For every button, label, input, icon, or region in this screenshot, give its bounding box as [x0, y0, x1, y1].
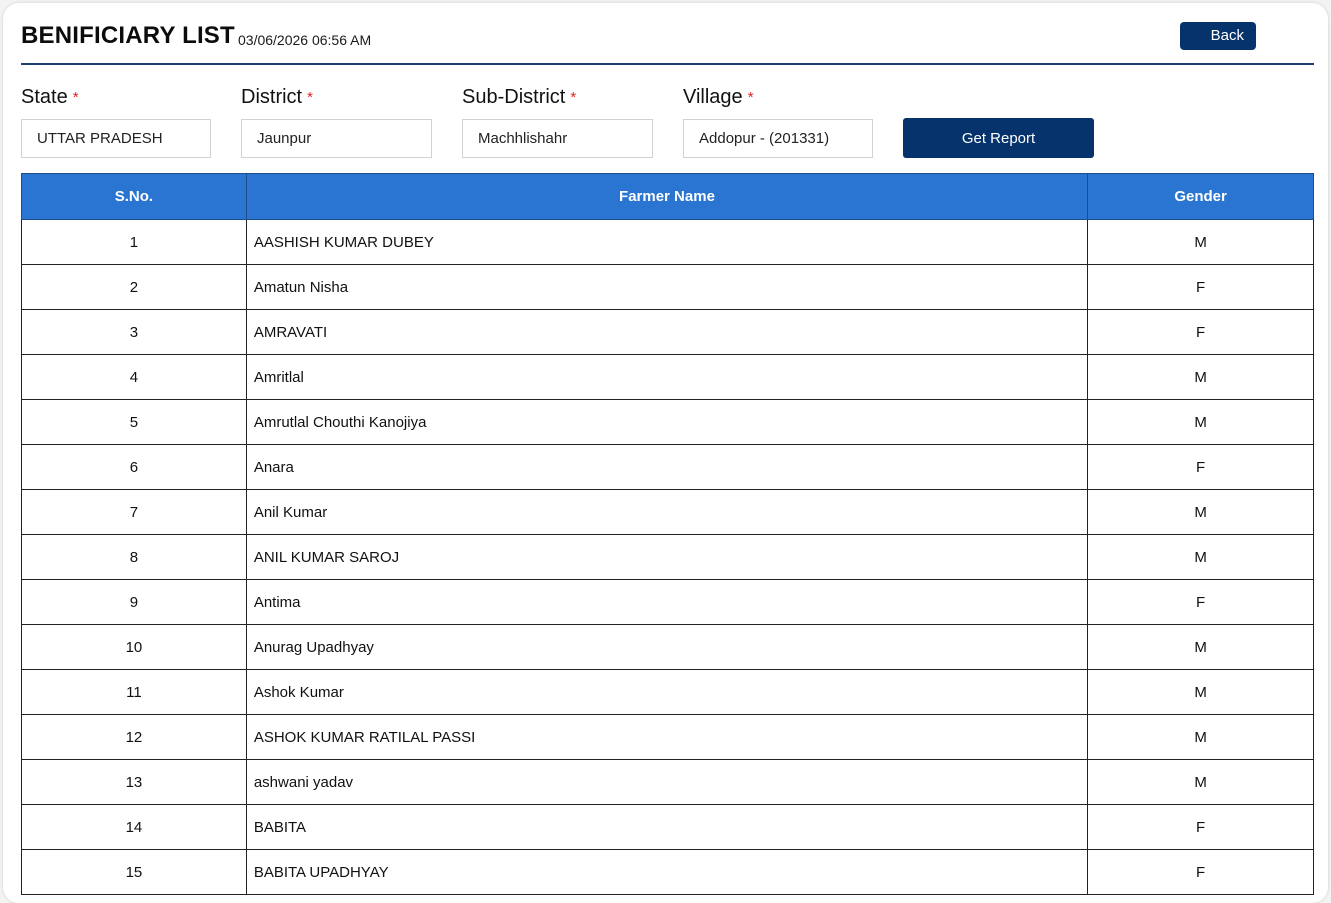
state-field: State * UTTAR PRADESH [21, 84, 211, 158]
cell-farmer-name: BABITA UPADHYAY [245, 849, 1089, 895]
table-row: 14 BABITA F [21, 804, 1314, 850]
cell-sno: 14 [21, 804, 247, 850]
cell-sno: 5 [21, 399, 247, 445]
table-row: 10 Anurag Upadhyay M [21, 624, 1314, 670]
cell-gender: F [1087, 309, 1314, 355]
cell-farmer-name: Anurag Upadhyay [245, 624, 1089, 670]
required-marker: * [307, 89, 313, 106]
table-header-row: S.No. Farmer Name Gender [21, 173, 1314, 220]
cell-gender: M [1087, 759, 1314, 805]
cell-gender: M [1087, 489, 1314, 535]
cell-gender: M [1087, 669, 1314, 715]
cell-sno: 12 [21, 714, 247, 760]
cell-gender: M [1087, 354, 1314, 400]
cell-gender: F [1087, 444, 1314, 490]
table-row: 12 ASHOK KUMAR RATILAL PASSI M [21, 714, 1314, 760]
table-row: 2 Amatun Nisha F [21, 264, 1314, 310]
cell-sno: 1 [21, 219, 247, 265]
column-header-farmer-name: Farmer Name [245, 173, 1089, 220]
state-select[interactable]: UTTAR PRADESH [21, 119, 211, 158]
cell-gender: M [1087, 714, 1314, 760]
cell-sno: 6 [21, 444, 247, 490]
state-label: State [21, 86, 68, 108]
cell-sno: 3 [21, 309, 247, 355]
table-row: 4 Amritlal M [21, 354, 1314, 400]
required-marker: * [72, 89, 79, 106]
village-field: Village * Addopur - (201331) [683, 84, 873, 158]
cell-sno: 4 [21, 354, 247, 400]
cell-sno: 7 [21, 489, 247, 535]
cell-farmer-name: BABITA [245, 804, 1089, 850]
table-row: 6 Anara F [21, 444, 1314, 490]
cell-farmer-name: AMRAVATI [245, 309, 1089, 355]
column-header-sno: S.No. [21, 173, 247, 220]
cell-farmer-name: Anara [245, 444, 1089, 490]
cell-gender: F [1087, 579, 1314, 625]
table-row: 8 ANIL KUMAR SAROJ M [21, 534, 1314, 580]
cell-gender: M [1087, 534, 1314, 580]
back-button[interactable]: Back [1180, 22, 1256, 50]
cell-gender: F [1087, 264, 1314, 310]
cell-farmer-name: Amrutlal Chouthi Kanojiya [245, 399, 1089, 445]
sub-district-label: Sub-District [462, 86, 566, 108]
page-title: BENIFICIARY LIST [21, 22, 235, 49]
cell-farmer-name: Amatun Nisha [245, 264, 1089, 310]
report-card: BENIFICIARY LIST 03/06/2026 06:56 AM Bac… [3, 3, 1328, 903]
cell-gender: F [1087, 804, 1314, 850]
cell-sno: 15 [21, 849, 247, 895]
table-row: 9 Antima F [21, 579, 1314, 625]
cell-sno: 2 [21, 264, 247, 310]
required-marker: * [747, 89, 754, 106]
table-row: 11 Ashok Kumar M [21, 669, 1314, 715]
cell-gender: M [1087, 219, 1314, 265]
cell-sno: 13 [21, 759, 247, 805]
table-row: 13 ashwani yadav M [21, 759, 1314, 805]
cell-sno: 8 [21, 534, 247, 580]
sub-district-select[interactable]: Machhlishahr [462, 119, 653, 158]
cell-farmer-name: Antima [245, 579, 1089, 625]
district-select[interactable]: Jaunpur [241, 119, 432, 158]
table-row: 15 BABITA UPADHYAY F [21, 849, 1314, 895]
village-select[interactable]: Addopur - (201331) [683, 119, 873, 158]
table-row: 5 Amrutlal Chouthi Kanojiya M [21, 399, 1314, 445]
cell-sno: 9 [21, 579, 247, 625]
cell-farmer-name: Ashok Kumar [245, 669, 1089, 715]
cell-farmer-name: Amritlal [245, 354, 1089, 400]
table-row: 7 Anil Kumar M [21, 489, 1314, 535]
report-timestamp: 03/06/2026 06:56 AM [238, 32, 372, 48]
cell-sno: 10 [21, 624, 247, 670]
cell-gender: F [1087, 849, 1314, 895]
table-row: 3 AMRAVATI F [21, 309, 1314, 355]
page-header: BENIFICIARY LIST 03/06/2026 06:56 AM Bac… [21, 21, 1314, 65]
required-marker: * [570, 89, 577, 106]
get-report-button[interactable]: Get Report [903, 118, 1094, 158]
column-header-gender: Gender [1087, 173, 1314, 220]
beneficiary-table: S.No. Farmer Name Gender 1 AASHISH KUMAR … [21, 173, 1314, 895]
cell-gender: M [1087, 399, 1314, 445]
cell-farmer-name: AASHISH KUMAR DUBEY [245, 219, 1089, 265]
cell-farmer-name: ASHOK KUMAR RATILAL PASSI [245, 714, 1089, 760]
village-label: Village [683, 86, 743, 108]
district-field: District * Jaunpur [241, 84, 432, 158]
cell-farmer-name: ashwani yadav [245, 759, 1089, 805]
cell-gender: M [1087, 624, 1314, 670]
sub-district-field: Sub-District * Machhlishahr [462, 84, 653, 158]
cell-sno: 11 [21, 669, 247, 715]
cell-farmer-name: Anil Kumar [245, 489, 1089, 535]
district-label: District [241, 86, 303, 108]
cell-farmer-name: ANIL KUMAR SAROJ [245, 534, 1089, 580]
table-row: 1 AASHISH KUMAR DUBEY M [21, 219, 1314, 265]
